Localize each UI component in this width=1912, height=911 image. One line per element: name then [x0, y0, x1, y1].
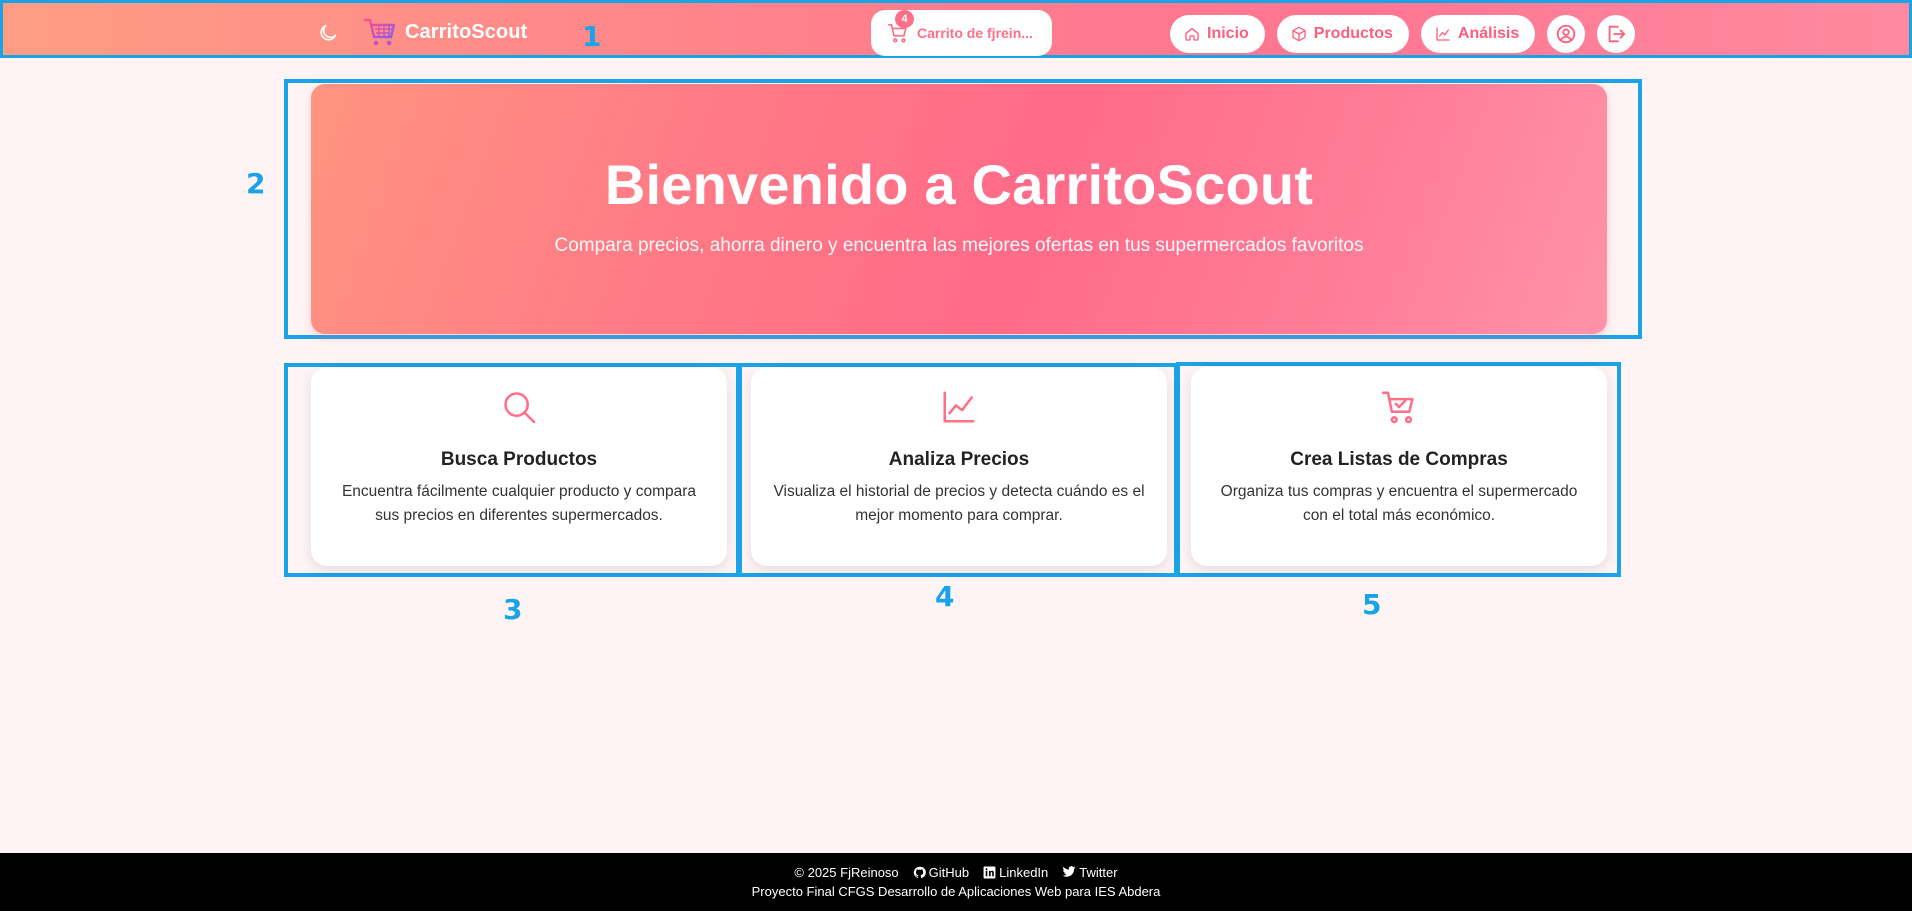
moon-icon [320, 24, 337, 41]
linkedin-label: LinkedIn [999, 865, 1049, 880]
feature-description: Organiza tus compras y encuentra el supe… [1220, 483, 1578, 524]
nav-links: Inicio Productos Análisis [1170, 15, 1636, 53]
feature-card-analysis: Analiza Precios Visualiza el historial d… [751, 367, 1167, 566]
cart-check-icon [1381, 391, 1414, 424]
navbar: CarritoScout 4 Carrito de fjrein... Inic… [0, 0, 1912, 58]
linkedin-icon [983, 866, 996, 879]
annotation-label-1: 1 [582, 20, 602, 53]
github-link[interactable]: GitHub [913, 865, 969, 880]
nav-analisis-button[interactable]: Análisis [1420, 15, 1536, 53]
cart-logo-icon [363, 18, 396, 46]
theme-toggle-button[interactable] [316, 21, 340, 45]
hero-title: Bienvenido a CarritoScout [604, 153, 1314, 216]
footer-credit: Proyecto Final CFGS Desarrollo de Aplica… [751, 884, 1161, 899]
nav-analisis-label: Análisis [1457, 25, 1520, 42]
brand[interactable]: CarritoScout [363, 16, 527, 48]
cart-label: Carrito de fjrein... [917, 25, 1033, 41]
user-circle-icon [1557, 24, 1576, 44]
feature-title: Busca Productos [440, 449, 598, 470]
footer: © 2025 FjReinoso GitHub LinkedIn Twitter… [0, 853, 1912, 911]
feature-description: Visualiza el historial de precios y dete… [773, 483, 1145, 524]
hero-banner: Bienvenido a CarritoScout Compara precio… [311, 84, 1607, 334]
profile-button[interactable] [1547, 15, 1586, 53]
nav-inicio-button[interactable]: Inicio [1170, 15, 1265, 53]
twitter-icon [1062, 866, 1076, 877]
twitter-label: Twitter [1079, 865, 1118, 880]
annotation-label-3: 3 [503, 593, 523, 626]
nav-productos-label: Productos [1313, 25, 1393, 42]
home-icon [1185, 28, 1199, 41]
feature-title: Crea Listas de Compras [1290, 449, 1508, 470]
annotation-label-2: 2 [246, 167, 266, 200]
linkedin-link[interactable]: LinkedIn [983, 865, 1048, 880]
hero-subtitle: Compara precios, ahorra dinero y encuent… [554, 235, 1364, 256]
feature-description: Encuentra fácilmente cualquier producto … [341, 483, 697, 524]
annotation-label-4: 4 [935, 580, 955, 613]
chart-line-icon [943, 391, 975, 423]
chart-line-icon [1436, 27, 1450, 41]
box-icon [1292, 26, 1306, 42]
twitter-link[interactable]: Twitter [1062, 865, 1118, 880]
footer-copyright: © 2025 FjReinoso [794, 865, 899, 880]
github-label: GitHub [928, 865, 970, 880]
logout-icon [1608, 25, 1626, 43]
cart-count-badge: 4 [895, 10, 914, 28]
cart-button[interactable]: 4 Carrito de fjrein... [871, 10, 1052, 56]
feature-card-lists: Crea Listas de Compras Organiza tus comp… [1191, 367, 1607, 566]
github-icon [913, 866, 926, 879]
feature-card-search: Busca Productos Encuentra fácilmente cua… [311, 367, 727, 566]
nav-productos-button[interactable]: Productos [1276, 15, 1409, 53]
feature-title: Analiza Precios [888, 449, 1030, 470]
brand-name: CarritoScout [405, 20, 528, 43]
search-icon [504, 392, 536, 424]
logout-button[interactable] [1597, 15, 1636, 53]
annotation-label-5: 5 [1362, 588, 1382, 621]
nav-inicio-label: Inicio [1207, 25, 1249, 42]
